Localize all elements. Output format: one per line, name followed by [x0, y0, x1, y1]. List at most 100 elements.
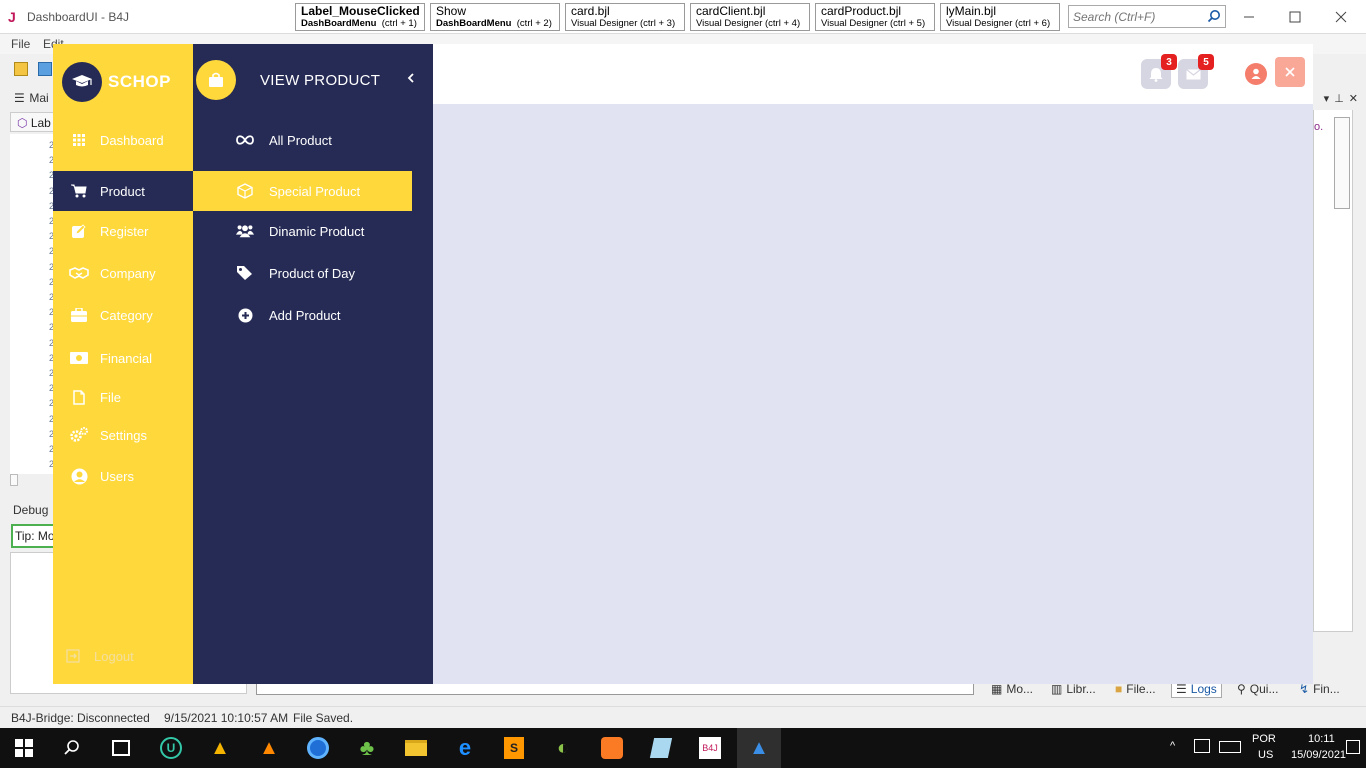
- close-panel-icon[interactable]: ✕: [1349, 92, 1358, 110]
- taskbar-xampp[interactable]: [597, 733, 627, 763]
- cube-small-icon: ⬡: [17, 116, 28, 130]
- sidebar-item-users[interactable]: Users: [53, 456, 193, 496]
- sidebar-item-company[interactable]: Company: [53, 253, 193, 293]
- notifications-button[interactable]: 3: [1141, 54, 1177, 89]
- user-profile-button[interactable]: [1245, 63, 1267, 85]
- user-icon: [1251, 68, 1261, 79]
- quick-tab-title: Show: [436, 5, 467, 18]
- sidebar-item-register[interactable]: Register: [53, 211, 193, 251]
- sidebar-item-product[interactable]: Product: [53, 171, 193, 211]
- taskbar-firefox[interactable]: [303, 733, 333, 763]
- open-file-icon[interactable]: [38, 62, 52, 76]
- store-icon: [112, 740, 130, 756]
- sidebar-item-dashboard[interactable]: Dashboard: [53, 120, 193, 160]
- quick-tab-cardproduct[interactable]: cardProduct.bjl Visual Designer (ctrl + …: [815, 3, 935, 31]
- cart-icon: [69, 181, 89, 201]
- sidebar-item-category[interactable]: Category: [53, 295, 193, 335]
- debug-tab-label[interactable]: Debug: [13, 503, 48, 517]
- submenu-add-product[interactable]: Add Product: [193, 295, 412, 335]
- logout-label: Logout: [94, 648, 134, 664]
- start-button[interactable]: [9, 733, 39, 763]
- window-title: DashboardUI - B4J: [27, 10, 130, 24]
- windows-logo-icon: [15, 739, 33, 757]
- quick-tab-label-mouseclicked[interactable]: Label_MouseClicked DashBoardMenu (ctrl +…: [295, 3, 425, 31]
- notes-icon: [649, 738, 673, 758]
- pin-icon[interactable]: ⊥: [1334, 92, 1344, 110]
- graduation-cap-icon: [62, 62, 102, 102]
- plus-circle-icon: [236, 306, 254, 324]
- tray-language[interactable]: POR: [1252, 733, 1276, 745]
- submenu-dinamic-product[interactable]: Dinamic Product: [193, 211, 412, 251]
- submenu-product-of-day[interactable]: Product of Day: [193, 253, 412, 293]
- edge-icon: e: [458, 735, 472, 760]
- sidebar-item-file[interactable]: File: [53, 377, 193, 417]
- quick-tab-subtitle: Visual Designer (ctrl + 5): [821, 18, 926, 29]
- dropdown-arrow-icon[interactable]: ▾: [1324, 92, 1330, 110]
- taskbar-edge[interactable]: e: [450, 733, 480, 763]
- panel-title: VIEW PRODUCT: [260, 72, 381, 89]
- submenu-label: Special Product: [269, 183, 361, 199]
- tray-display-icon[interactable]: [1194, 739, 1210, 753]
- close-window-button[interactable]: [1318, 0, 1364, 33]
- sidebar-item-label: Dashboard: [100, 132, 164, 148]
- sidebar-logout[interactable]: Logout: [53, 636, 193, 676]
- ide-search-input[interactable]: [1069, 6, 1199, 27]
- maximize-button[interactable]: [1272, 0, 1318, 33]
- quick-tab-lymain[interactable]: lyMain.bjl Visual Designer (ctrl + 6): [940, 3, 1060, 31]
- quick-tab-cardclient[interactable]: cardClient.bjl Visual Designer (ctrl + 4…: [690, 3, 810, 31]
- messages-button[interactable]: 5: [1178, 54, 1214, 89]
- product-submenu-panel: VIEW PRODUCT All Product Special Product…: [193, 44, 433, 684]
- grid-icon: [69, 130, 89, 150]
- close-icon: [1335, 11, 1347, 22]
- taskbar-vlc[interactable]: ▲: [254, 733, 284, 763]
- maximize-icon: [1289, 11, 1301, 22]
- taskbar-notes[interactable]: [646, 733, 676, 763]
- taskbar-clover[interactable]: ♣: [352, 733, 382, 763]
- taskbar-b4j-bridge[interactable]: ▲: [737, 728, 781, 768]
- status-bar: B4J-Bridge: Disconnected 9/15/2021 10:10…: [0, 706, 1366, 728]
- taskbar-app-triangle[interactable]: ▲: [205, 733, 235, 763]
- taskbar-store[interactable]: [106, 733, 136, 763]
- tray-chevron-icon[interactable]: ^: [1170, 740, 1175, 752]
- tray-layout[interactable]: US: [1258, 749, 1273, 761]
- notification-center-icon[interactable]: [1346, 740, 1360, 754]
- submenu-label: Add Product: [269, 307, 341, 323]
- shopping-bag-icon: [196, 60, 236, 100]
- new-file-icon[interactable]: [14, 62, 28, 76]
- close-app-button[interactable]: [1275, 57, 1305, 87]
- minimize-button[interactable]: [1226, 0, 1272, 33]
- quick-tab-title: Label_MouseClicked: [301, 5, 419, 18]
- submenu-special-product[interactable]: Special Product: [193, 171, 412, 211]
- tray-keyboard-icon[interactable]: [1219, 741, 1241, 753]
- taskbar-explorer[interactable]: [401, 733, 431, 763]
- ide-search-box: [1068, 5, 1226, 28]
- submenu-all-product[interactable]: All Product: [193, 120, 412, 160]
- main-module-tab[interactable]: ☰ Mai: [14, 91, 49, 105]
- taskbar-sublime[interactable]: S: [499, 733, 529, 763]
- search-icon[interactable]: [1207, 9, 1221, 26]
- edit-icon: [69, 221, 89, 241]
- sidebar-item-financial[interactable]: Financial: [53, 338, 193, 378]
- taskbar-search-button[interactable]: [57, 733, 87, 763]
- notification-count-badge: 3: [1161, 54, 1177, 70]
- minimize-icon: [1244, 16, 1254, 17]
- sidebar-item-label: File: [100, 389, 121, 405]
- right-panel-text: o.: [1314, 121, 1324, 133]
- tray-time[interactable]: 10:11: [1308, 733, 1335, 745]
- right-panel-controls: ▾ ⊥ ✕: [1313, 92, 1366, 110]
- clover-icon: ♣: [359, 735, 375, 760]
- quick-tab-card[interactable]: card.bjl Visual Designer (ctrl + 3): [565, 3, 685, 31]
- taskbar-chameleon[interactable]: ◐: [548, 733, 578, 763]
- tray-date[interactable]: 15/09/2021: [1291, 749, 1346, 761]
- right-panel-scrollbar[interactable]: [1334, 117, 1350, 209]
- menu-file[interactable]: File: [11, 37, 30, 51]
- money-icon: [69, 348, 89, 368]
- chevron-left-icon[interactable]: [404, 71, 418, 85]
- firefox-icon: [307, 737, 329, 759]
- sidebar-item-settings[interactable]: Settings: [53, 415, 193, 455]
- cube-icon: [236, 182, 254, 200]
- taskbar-app-u[interactable]: U: [156, 733, 186, 763]
- taskbar-b4j[interactable]: B4J: [695, 733, 725, 763]
- quick-tab-show[interactable]: Show DashBoardMenu (ctrl + 2): [430, 3, 560, 31]
- horizontal-scrollbar[interactable]: [10, 474, 18, 486]
